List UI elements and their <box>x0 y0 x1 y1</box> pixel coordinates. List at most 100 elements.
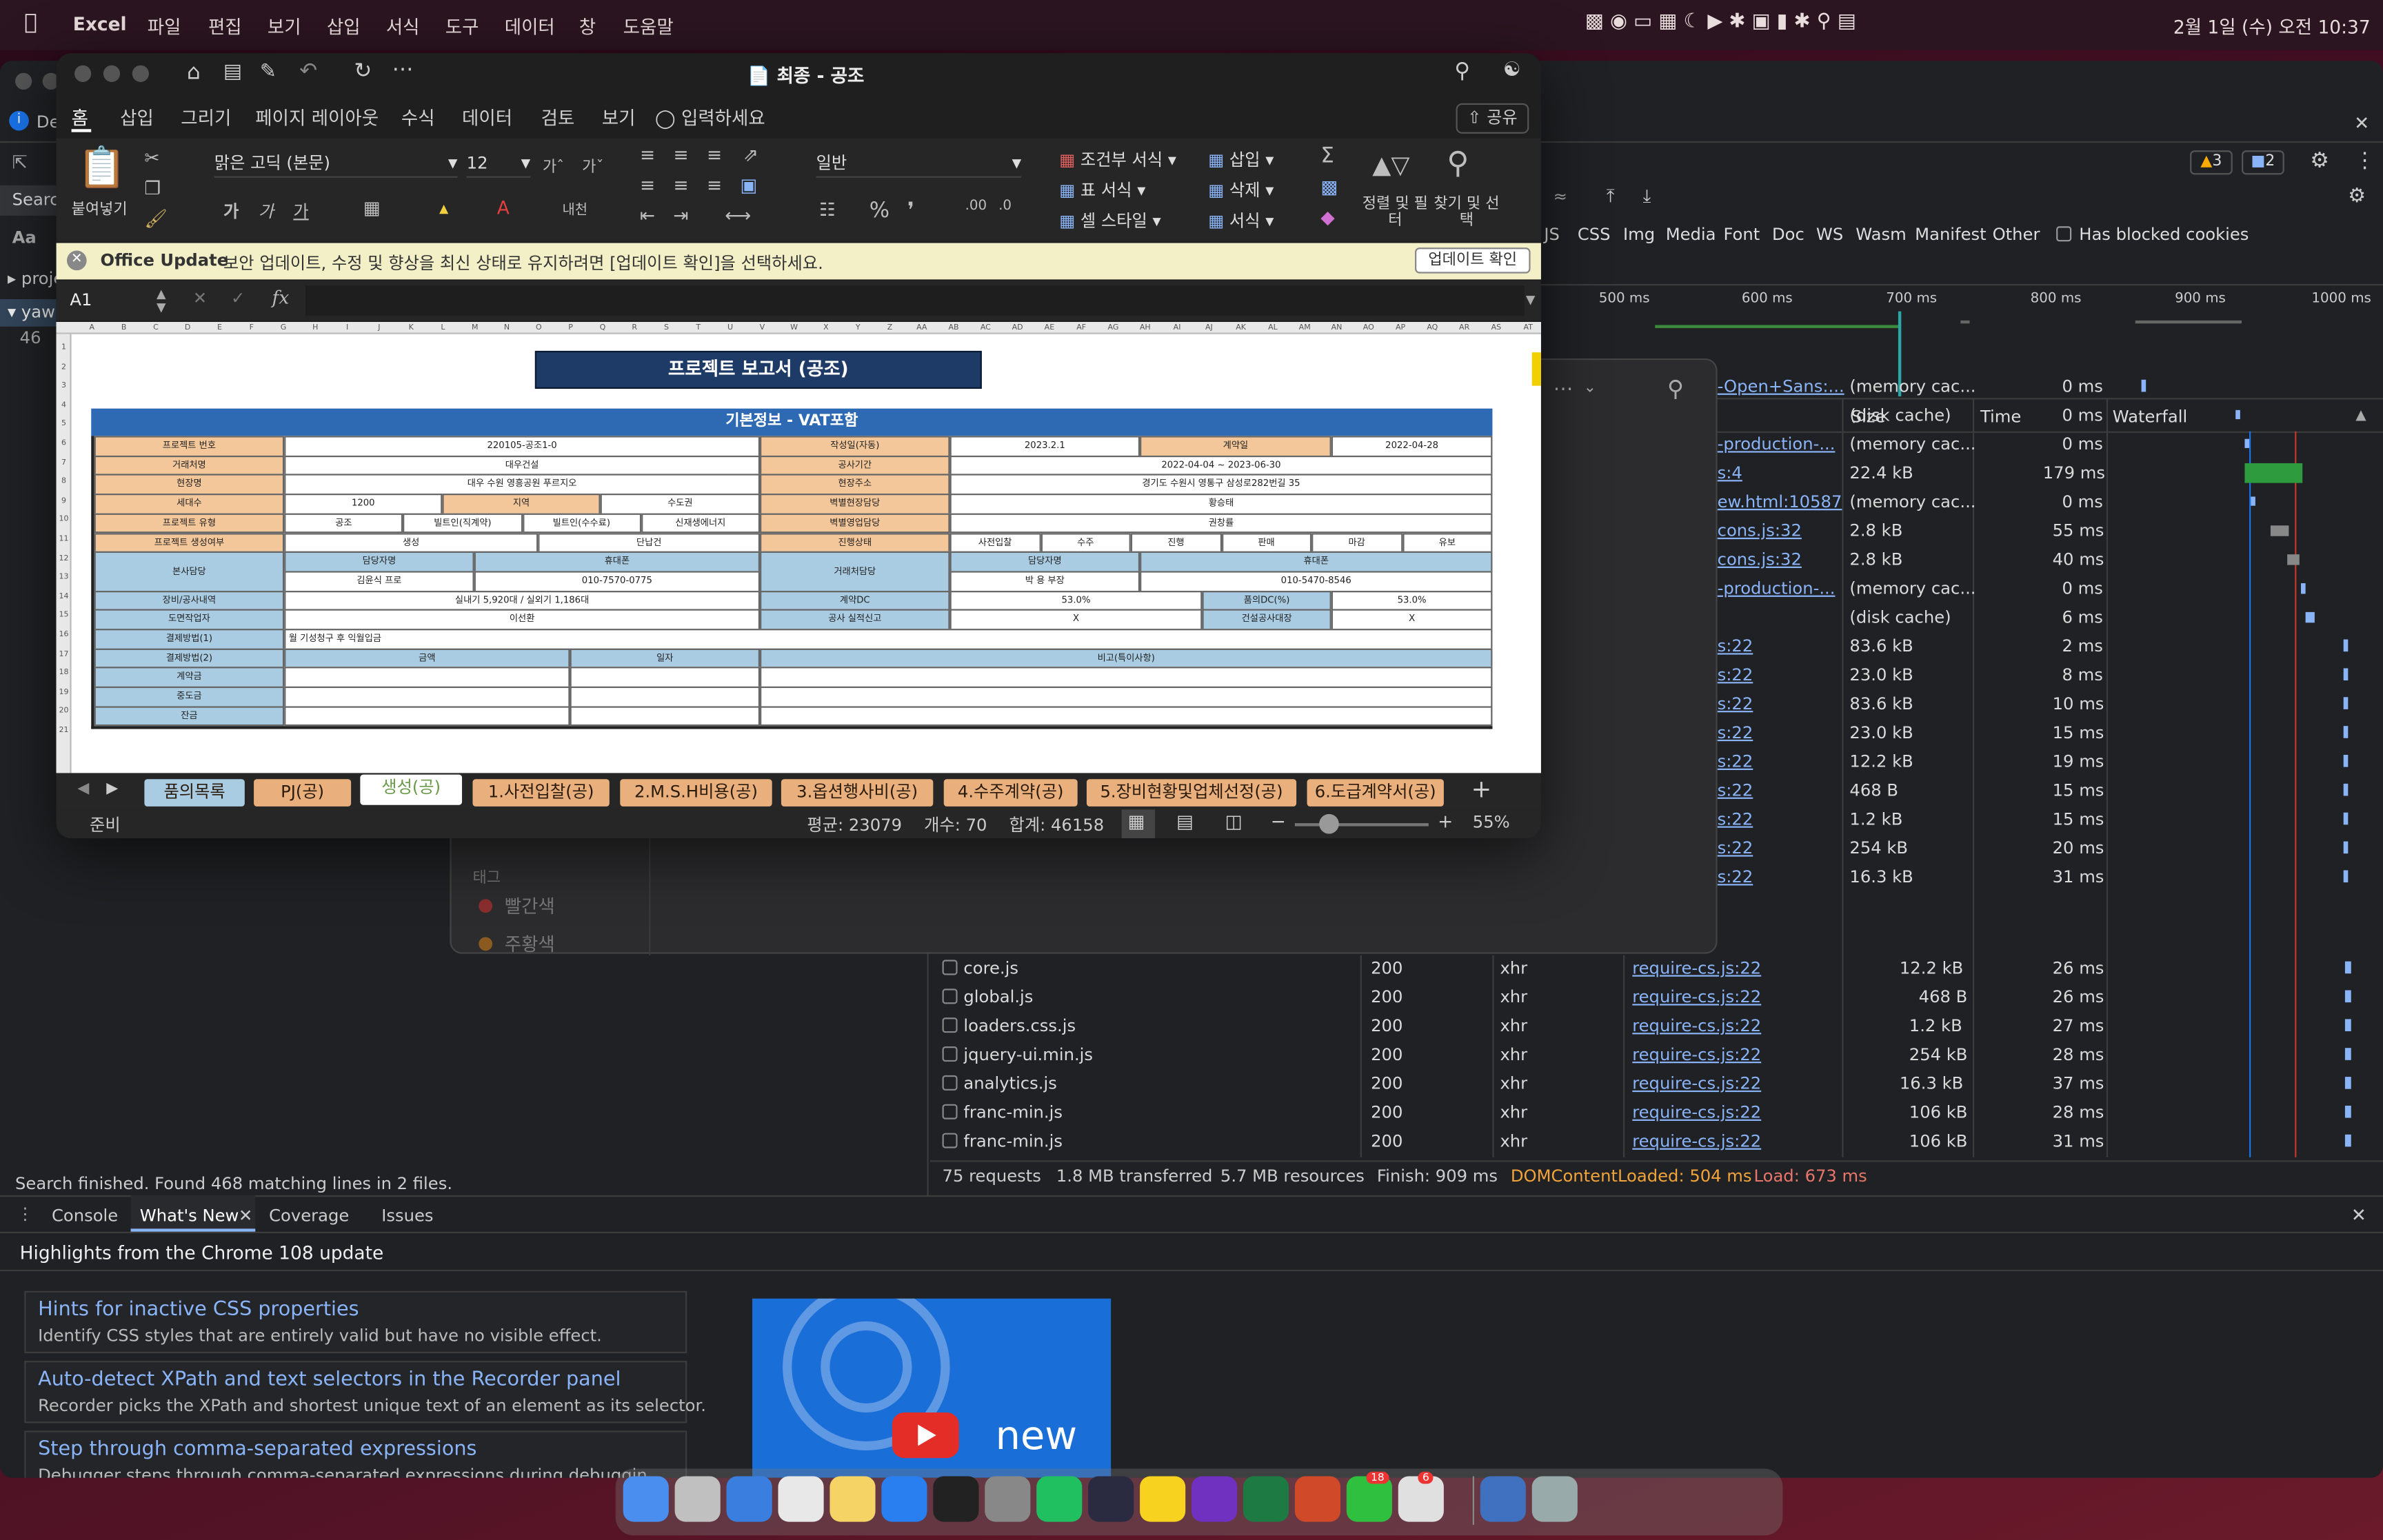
align-top-icon[interactable]: ≡ <box>640 144 655 165</box>
font-color-icon[interactable]: A <box>497 197 510 219</box>
bold-icon[interactable]: 가 <box>223 199 239 223</box>
report-cell-cl-phone[interactable]: 010-5470-8546 <box>1140 571 1493 592</box>
row-initiator[interactable]: s:22 <box>1718 665 1847 685</box>
report-cell-amount-h[interactable]: 금액 <box>284 648 570 669</box>
row-header[interactable]: 13 <box>57 573 72 582</box>
column-header[interactable]: AQ <box>1416 322 1448 334</box>
report-cell-sales-mgr-label[interactable]: 벽별영업담당 <box>760 513 950 534</box>
share-button[interactable]: ⇧ 공유 <box>1456 103 1529 134</box>
report-section-title[interactable]: 기본정보 - VAT포함 <box>91 408 1493 436</box>
report-cell-approve-dc-label[interactable]: 품의DC(%) <box>1202 590 1331 611</box>
add-sheet-icon[interactable]: + <box>1471 775 1492 804</box>
sheet-tab[interactable]: 2.M.S.H비용(공) <box>620 779 772 807</box>
zoom-out-icon[interactable]: − <box>1271 811 1286 833</box>
menu-window[interactable]: 창 <box>579 14 596 39</box>
report-cell-cl-phone-h[interactable]: 휴대폰 <box>1140 551 1493 573</box>
report-cell-hq-person-h[interactable]: 담당자명 <box>284 551 474 573</box>
report-cell-drawing-label[interactable]: 도면작업자 <box>94 609 285 631</box>
column-header[interactable]: AR <box>1449 322 1480 334</box>
close-tab-icon[interactable]: ✕ <box>239 1206 252 1226</box>
dock-app-phpstorm[interactable] <box>1192 1476 1238 1522</box>
align-right-icon[interactable]: ≡ <box>707 174 722 196</box>
report-cell-dc-label[interactable]: 계약DC <box>760 590 950 611</box>
report-cell-pay-row-label[interactable]: 중도금 <box>94 687 285 708</box>
column-header[interactable]: Z <box>874 322 905 334</box>
column-header[interactable]: M <box>459 322 491 334</box>
column-header[interactable]: AD <box>1002 322 1034 334</box>
report-cell-progress[interactable]: 수주 <box>1040 532 1131 554</box>
report-cell-hq-phone-h[interactable]: 휴대폰 <box>474 551 761 573</box>
tag-red[interactable]: 빨간색 <box>505 893 555 918</box>
report-cell-created-label[interactable]: 작성일(자동) <box>760 436 950 457</box>
column-header[interactable]: AS <box>1480 322 1512 334</box>
row-name[interactable]: franc-min.js <box>963 1131 1063 1151</box>
match-case-toggle[interactable]: Aa <box>12 227 37 247</box>
column-header[interactable]: Q <box>587 322 619 334</box>
report-cell-hq-person[interactable]: 김윤식 프로 <box>284 571 474 592</box>
sheet-tab[interactable]: 3.옵션행사비(공) <box>781 779 934 807</box>
report-cell-site-mgr-label[interactable]: 벽별현장담당 <box>760 494 950 515</box>
filter-css[interactable]: CSS <box>1578 225 1611 245</box>
font-size-select[interactable]: 12 ▼ <box>466 150 531 178</box>
report-cell-pay1-label[interactable]: 결제방법(1) <box>94 629 285 650</box>
dock-app-finder[interactable] <box>623 1476 669 1522</box>
report-cell-dc[interactable]: 53.0% <box>949 590 1203 611</box>
report-cell-units[interactable]: 1200 <box>284 494 443 515</box>
network-row[interactable]: core.js 200 xhr require-cs.js:22 12.2 kB 26 m… <box>930 954 2383 983</box>
column-header[interactable]: Y <box>842 322 874 334</box>
grow-font-icon[interactable]: 가ˆ <box>543 154 564 176</box>
filter-doc[interactable]: Doc <box>1772 225 1804 245</box>
report-cell-ptype[interactable]: 빌트인(직계약) <box>403 513 523 534</box>
report-cell-report-val[interactable]: X <box>949 609 1203 631</box>
zoom-window-button[interactable] <box>132 65 150 82</box>
report-cell-pay-amount[interactable] <box>284 667 570 689</box>
comma-icon[interactable]: ❜ <box>907 199 914 223</box>
row-initiator[interactable]: s:22 <box>1718 752 1847 772</box>
column-header[interactable]: AJ <box>1193 322 1225 334</box>
redo-icon[interactable]: ↻ <box>354 59 372 83</box>
row-initiator[interactable]: cons.js:32 <box>1718 521 1847 541</box>
row-header[interactable]: 8 <box>57 477 72 486</box>
report-cell-project-no-label[interactable]: 프로젝트 번호 <box>94 436 285 457</box>
report-cell-cl-label[interactable]: 거래처담당 <box>760 551 950 592</box>
column-header[interactable]: D <box>172 322 203 334</box>
report-cell-progress[interactable]: 마감 <box>1311 532 1402 554</box>
sheet-tab[interactable]: PJ(공) <box>254 779 352 807</box>
report-cell-pay1[interactable]: 월 기성청구 후 익월입금 <box>284 629 1493 650</box>
network-row[interactable]: jquery-ui.min.js 200 xhr require-cs.js:22 25… <box>930 1040 2383 1069</box>
feature-card[interactable]: Step through comma-separated expressions… <box>24 1430 687 1478</box>
column-header[interactable]: AI <box>1161 322 1193 334</box>
column-header[interactable]: AL <box>1257 322 1289 334</box>
row-initiator[interactable]: require-cs.js:22 <box>1632 1074 1761 1094</box>
column-header[interactable]: AP <box>1385 322 1416 334</box>
column-header[interactable]: S <box>650 322 682 334</box>
row-header[interactable]: 3 <box>57 381 72 390</box>
dock-app-datagrip[interactable] <box>1088 1476 1134 1522</box>
sort-filter-icon[interactable]: ▲▽ <box>1372 150 1409 179</box>
fill-color-icon[interactable]: ▴ <box>439 197 448 219</box>
column-header[interactable]: C <box>140 322 172 334</box>
column-header[interactable]: AC <box>969 322 1001 334</box>
row-initiator[interactable]: require-cs.js:22 <box>1632 958 1761 978</box>
column-header[interactable]: P <box>554 322 586 334</box>
network-row[interactable]: franc-min.js 200 xhr require-cs.js:22 106 kB… <box>930 1127 2383 1156</box>
warnings-badge[interactable]: ▲3 <box>2190 150 2233 175</box>
find-icon[interactable]: ⚲ <box>1447 144 1469 181</box>
row-header[interactable]: 17 <box>57 649 72 658</box>
report-cell-equip-label[interactable]: 장비/공사내역 <box>94 590 285 611</box>
filter-js[interactable]: JS <box>1544 225 1560 245</box>
sheet-tab[interactable]: 4.수주계약(공) <box>943 779 1078 807</box>
report-cell-address[interactable]: 경기도 수원시 영통구 삼성로282번길 35 <box>949 474 1493 496</box>
zoom-slider-handle[interactable] <box>1319 813 1340 834</box>
row-checkbox[interactable] <box>942 1104 958 1119</box>
column-header[interactable]: L <box>427 322 459 334</box>
report-cell-ptype[interactable]: 공조 <box>284 513 403 534</box>
column-header[interactable]: AT <box>1512 322 1541 334</box>
row-checkbox[interactable] <box>942 1075 958 1091</box>
report-cell-contract-day[interactable]: 2022-04-28 <box>1331 436 1493 457</box>
row-header[interactable]: 4 <box>57 401 72 409</box>
report-cell-pay-memo[interactable] <box>760 667 1493 689</box>
column-header[interactable]: T <box>683 322 714 334</box>
row-name[interactable]: franc-min.js <box>963 1103 1063 1123</box>
font-name-select[interactable]: 맑은 고딕 (본문) ▼ <box>214 150 458 178</box>
